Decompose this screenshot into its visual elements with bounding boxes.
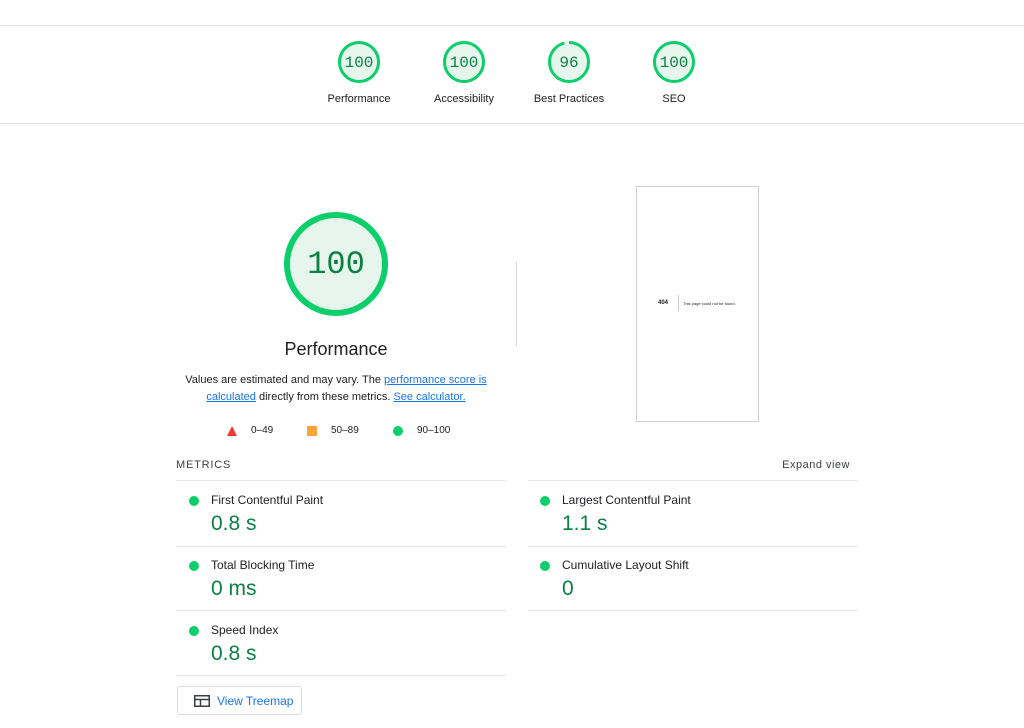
gauge-best-practices[interactable]: 96 Best Practices xyxy=(514,39,624,105)
performance-title: Performance xyxy=(284,339,388,359)
metric-name: Cumulative Layout Shift xyxy=(562,558,689,572)
pass-circle-icon xyxy=(393,425,403,436)
pass-circle-icon xyxy=(189,496,199,506)
score-header: 100 Performance 100 Accessibility 96 Bes… xyxy=(0,26,1024,123)
gauge-seo-ring: 100 xyxy=(653,41,695,83)
performance-score: 100 xyxy=(307,246,365,283)
metric-cumulative-layout-shift: Cumulative Layout Shift 0 xyxy=(527,554,847,614)
screenshot-error-message: This page could not be found. xyxy=(683,301,736,306)
screenshot-error-code: 404 xyxy=(658,300,669,306)
metric-first-contentful-paint: First Contentful Paint 0.8 s xyxy=(176,489,496,549)
metric-speed-index: Speed Index 0.8 s xyxy=(176,619,496,679)
metric-value: 0.8 s xyxy=(211,512,257,535)
pass-circle-icon xyxy=(189,626,199,636)
gauge-performance-score: 100 xyxy=(345,54,374,72)
performance-description: Values are estimated and may vary. The p… xyxy=(176,372,496,406)
legend-pass-label: 90–100 xyxy=(417,425,451,436)
metric-value: 0 xyxy=(562,577,574,600)
metric-divider xyxy=(528,480,858,481)
average-square-icon xyxy=(307,425,317,436)
view-treemap-button[interactable]: View Treemap xyxy=(177,686,302,715)
gauge-accessibility[interactable]: 100 Accessibility xyxy=(409,39,519,105)
metrics-header: METRICS Expand view xyxy=(176,459,858,473)
view-treemap-label: View Treemap xyxy=(217,694,294,708)
legend-average: 50–89 xyxy=(307,425,359,436)
gauge-seo-score: 100 xyxy=(660,54,689,72)
metric-name: Speed Index xyxy=(211,623,279,637)
metric-divider xyxy=(528,546,858,547)
expand-view-toggle[interactable]: Expand view xyxy=(782,459,850,471)
pass-circle-icon xyxy=(540,561,550,571)
metric-value: 0.8 s xyxy=(211,642,257,665)
gauge-accessibility-label: Accessibility xyxy=(434,93,494,105)
description-text-middle: directly from these metrics. xyxy=(255,391,394,403)
gauge-performance[interactable]: 100 Performance xyxy=(304,39,414,105)
metric-divider xyxy=(176,610,507,611)
metric-largest-contentful-paint: Largest Contentful Paint 1.1 s xyxy=(527,489,847,549)
metric-name: Largest Contentful Paint xyxy=(562,493,691,507)
treemap-icon xyxy=(194,695,210,707)
gauge-performance-ring: 100 xyxy=(338,41,380,83)
metric-value: 0 ms xyxy=(211,577,257,600)
legend-fail-label: 0–49 xyxy=(251,425,274,436)
gauge-best-practices-label: Best Practices xyxy=(533,93,605,105)
gauge-seo-label: SEO xyxy=(662,93,686,105)
final-screenshot: 404 This page could not be found. xyxy=(636,186,759,422)
fail-triangle-icon xyxy=(227,425,237,436)
metrics-title: METRICS xyxy=(176,459,232,471)
metric-divider xyxy=(528,610,858,611)
metric-name: Total Blocking Time xyxy=(211,558,315,572)
gauge-best-practices-score: 96 xyxy=(559,54,578,72)
metric-divider xyxy=(176,675,507,676)
gauge-accessibility-ring: 100 xyxy=(443,41,485,83)
metric-value: 1.1 s xyxy=(562,512,608,535)
gauge-accessibility-score: 100 xyxy=(450,54,479,72)
legend-pass: 90–100 xyxy=(393,425,450,436)
pass-circle-icon xyxy=(189,561,199,571)
legend-fail: 0–49 xyxy=(227,425,273,436)
legend-average-label: 50–89 xyxy=(331,425,359,436)
description-text: Values are estimated and may vary. The xyxy=(185,374,384,386)
header-rule xyxy=(0,123,1024,124)
gauge-best-practices-ring: 96 xyxy=(548,41,590,83)
gauge-performance-label: Performance xyxy=(327,93,391,105)
pass-circle-icon xyxy=(540,496,550,506)
metric-total-blocking-time: Total Blocking Time 0 ms xyxy=(176,554,496,614)
performance-gauge: 100 xyxy=(284,212,388,316)
metric-divider xyxy=(176,546,507,547)
metric-divider xyxy=(176,480,507,481)
screenshot-separator xyxy=(678,295,679,311)
gauge-seo[interactable]: 100 SEO xyxy=(619,39,729,105)
metric-name: First Contentful Paint xyxy=(211,493,324,507)
section-divider xyxy=(516,262,517,346)
see-calculator-link[interactable]: See calculator. xyxy=(393,391,465,403)
